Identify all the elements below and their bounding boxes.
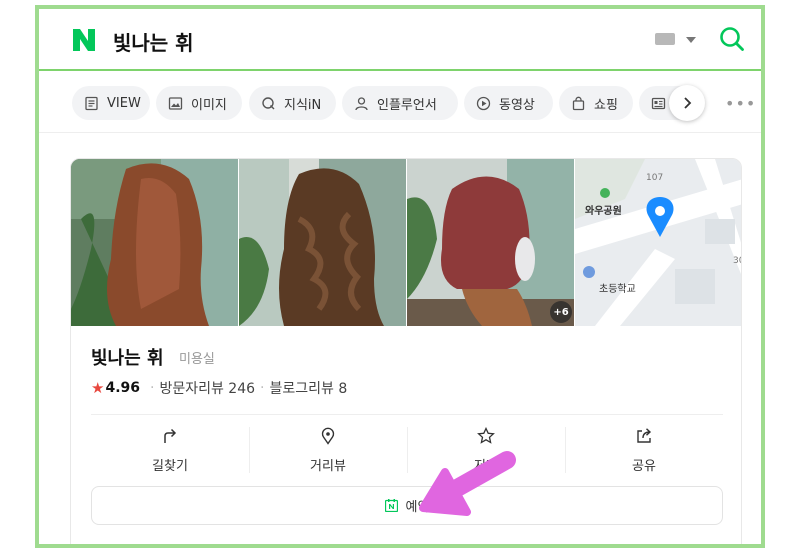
hair-photo-3 [407,159,574,326]
image-icon [168,96,183,110]
search-icon[interactable] [719,26,745,52]
naver-logo-icon[interactable] [71,27,97,53]
place-photo-1[interactable] [71,159,238,326]
directions-button[interactable]: 길찾기 [91,427,249,477]
tab-label: 쇼핑 [594,97,618,113]
directions-icon [164,428,177,443]
share-icon [637,428,652,443]
separator-dot: · [260,380,265,396]
place-map[interactable]: 와우공원 초등학교 107 30 [575,159,741,326]
place-photo-3[interactable]: +6 [407,159,574,326]
place-category: 미용실 [179,352,215,367]
tab-label: 이미지 [191,97,227,113]
action-label: 거리뷰 [310,459,346,474]
tab-shopping[interactable]: 쇼핑 [559,86,633,120]
search-header: 빛나는 휘 [39,9,761,71]
action-label: 공유 [632,459,656,474]
place-name[interactable]: 빛나는 휘 [91,344,164,370]
star-icon: ★ [91,379,105,397]
star-outline-icon [477,427,495,444]
play-icon [476,96,491,110]
visitor-reviews-link[interactable]: 방문자리뷰 246 [159,378,255,398]
separator-dot: · [150,380,155,396]
share-button[interactable]: 공유 [565,427,723,477]
q-icon [262,96,275,109]
tab-label: 지식iN [284,97,322,113]
search-tabs: VIEW 이미지 지식iN 인플루언서 동영상 쇼핑 ••• [39,73,761,133]
caret-down-icon[interactable] [686,37,696,43]
more-icon[interactable]: ••• [725,96,756,112]
tab-video[interactable]: 동영상 [464,86,553,120]
action-label: 길찾기 [152,459,188,474]
pin-icon [321,427,335,445]
person-icon [355,96,368,110]
place-stats: ★ 4.96 · 방문자리뷰 246 · 블로그리뷰 8 [91,378,347,398]
map-label-edge: 30 [733,256,741,266]
keyboard-icon[interactable] [655,33,675,45]
hair-photo-1 [71,159,238,326]
map-label-lot: 107 [646,173,664,183]
tab-kin[interactable]: 지식iN [249,86,336,120]
tab-images[interactable]: 이미지 [156,86,242,120]
street-view-button[interactable]: 거리뷰 [249,427,407,477]
news-icon [651,97,666,109]
bag-icon [572,96,585,110]
place-photo-2[interactable] [239,159,406,326]
tab-label: 동영상 [499,97,535,113]
tab-view[interactable]: VIEW [72,86,150,120]
search-query[interactable]: 빛나는 휘 [113,27,194,56]
chevron-right-icon [684,97,692,109]
tab-label: 인플루언서 [377,97,437,113]
tabs-next-button[interactable] [669,85,705,121]
rating-value: 4.96 [105,380,140,396]
tab-label: VIEW [107,95,141,111]
more-photos-badge[interactable]: +6 [550,301,572,323]
tab-influencer[interactable]: 인플루언서 [342,86,458,120]
hair-photo-2 [239,159,406,326]
annotation-arrow-icon [419,451,516,516]
document-icon [85,96,98,110]
map-image [575,159,741,326]
divider [91,414,723,415]
blog-reviews-link[interactable]: 블로그리뷰 8 [269,378,347,398]
map-label-school: 초등학교 [599,284,636,295]
map-label-park: 와우공원 [585,206,622,217]
